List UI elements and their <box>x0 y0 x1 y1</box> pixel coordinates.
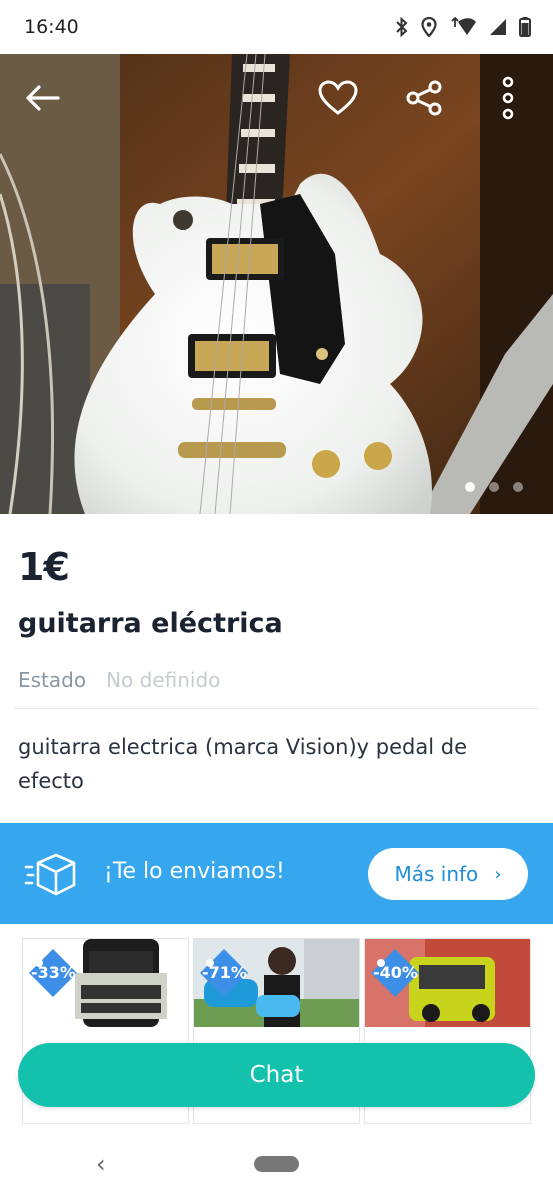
carousel-dot[interactable] <box>489 482 499 492</box>
item-detail-screen: 16:40 1€ guitarra eléctrica Estado No de… <box>0 0 553 1200</box>
divider <box>14 708 539 709</box>
chat-button[interactable]: Chat <box>18 1043 535 1107</box>
shipping-text: ¡Te lo enviamos! <box>104 859 285 884</box>
carousel-dot[interactable] <box>465 482 475 492</box>
item-title: guitarra eléctrica <box>18 608 283 639</box>
share-icon <box>406 80 442 116</box>
battery-icon <box>519 17 531 37</box>
chat-button-label: Chat <box>249 1062 304 1088</box>
state-value: No definido <box>106 668 221 692</box>
signal-icon <box>490 19 506 35</box>
status-bar: 16:40 <box>0 0 553 54</box>
back-button[interactable] <box>18 74 66 122</box>
shipping-banner: ¡Te lo enviamos! Más info › <box>0 823 553 924</box>
system-back-icon[interactable]: ‹ <box>96 1150 106 1178</box>
heart-icon <box>318 80 358 115</box>
status-icons <box>395 17 531 37</box>
item-price: 1€ <box>18 545 70 589</box>
item-description: guitarra electrica (marca Vision)y pedal… <box>18 735 467 793</box>
favorite-button[interactable] <box>314 74 362 122</box>
more-info-button[interactable]: Más info › <box>368 848 528 900</box>
product-photo <box>0 54 553 514</box>
more-vertical-icon <box>502 76 514 120</box>
more-info-label: Más info <box>394 862 479 886</box>
status-time: 16:40 <box>24 16 79 38</box>
discount-badge: -40% <box>373 963 418 982</box>
system-nav-bar: ‹ <box>0 1128 553 1200</box>
system-home-pill[interactable] <box>254 1156 299 1172</box>
product-image-carousel[interactable] <box>0 54 553 514</box>
bluetooth-icon <box>396 17 408 37</box>
carousel-dot[interactable] <box>513 482 523 492</box>
arrow-left-icon <box>26 85 60 111</box>
chevron-right-icon: › <box>494 863 502 885</box>
share-button[interactable] <box>400 74 448 122</box>
location-icon <box>421 17 437 37</box>
item-state-row: Estado No definido <box>18 668 220 692</box>
wifi-icon <box>451 17 476 35</box>
carousel-indicator <box>465 482 523 492</box>
state-label: Estado <box>18 668 87 692</box>
more-options-button[interactable] <box>484 74 532 122</box>
discount-badge: -71% <box>202 963 247 982</box>
package-delivery-icon <box>24 853 76 896</box>
discount-badge: -33% <box>31 963 76 982</box>
